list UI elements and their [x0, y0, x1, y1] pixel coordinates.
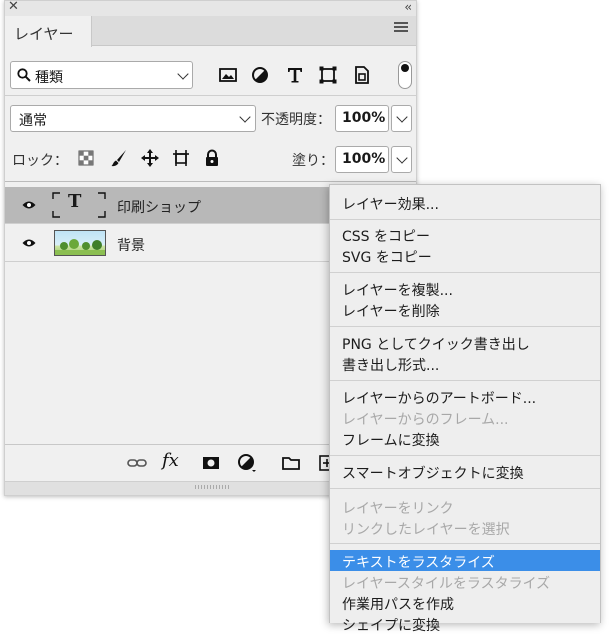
chevron-down-icon	[396, 152, 408, 164]
lock-all-icon[interactable]	[203, 149, 221, 167]
lock-artboard-icon[interactable]	[172, 149, 190, 167]
menu-item-frame-from-layers: レイヤーからのフレーム...	[342, 412, 509, 428]
pixel-layer-filter-icon[interactable]	[218, 65, 238, 85]
search-icon	[17, 68, 31, 82]
fill-label: 塗り：	[292, 153, 334, 169]
divider	[5, 95, 416, 96]
menu-item-artboard-from-layers[interactable]: レイヤーからのアートボード...	[330, 386, 600, 407]
tab-layers[interactable]: レイヤー	[5, 16, 92, 47]
new-group-folder-icon[interactable]	[281, 453, 301, 473]
add-mask-icon[interactable]	[201, 453, 221, 473]
menu-separator	[330, 326, 600, 327]
smart-object-filter-icon[interactable]	[352, 65, 372, 85]
collapse-icon[interactable]: ‹‹	[404, 0, 411, 14]
close-icon[interactable]: ✕	[8, 0, 19, 14]
menu-item-convert-to-smart-object[interactable]: スマートオブジェクトに変換	[330, 461, 600, 482]
opacity-dropdown-button[interactable]	[391, 105, 412, 132]
menu-item-delete-layer[interactable]: レイヤーを削除	[330, 299, 600, 320]
layer-name: 印刷ショップ	[117, 200, 201, 216]
menu-item-rasterize-type[interactable]: テキストをラスタライズ	[330, 550, 600, 571]
menu-separator	[330, 488, 600, 489]
menu-separator	[330, 455, 600, 456]
panel-menu-icon[interactable]	[394, 22, 408, 34]
menu-separator	[330, 380, 600, 381]
filter-toggle-switch[interactable]	[398, 61, 412, 89]
menu-item-copy-svg[interactable]: SVG をコピー	[330, 245, 600, 266]
filter-kind-label: 種類	[35, 70, 63, 86]
opacity-label: 不透明度：	[261, 112, 331, 128]
eye-icon[interactable]	[22, 238, 36, 248]
panel-titlebar: ✕ ‹‹	[5, 0, 416, 16]
menu-item-select-linked-layers: リンクしたレイヤーを選択	[342, 522, 510, 538]
menu-item-convert-to-shape[interactable]: シェイプに変換	[330, 613, 600, 634]
filter-kind-select[interactable]: 種類	[10, 61, 193, 89]
menu-separator	[330, 543, 600, 544]
fill-dropdown-button[interactable]	[391, 146, 412, 173]
menu-item-copy-css[interactable]: CSS をコピー	[330, 224, 600, 245]
menu-separator	[330, 272, 600, 273]
lock-label: ロック：	[12, 153, 68, 169]
new-adjustment-layer-icon[interactable]	[237, 453, 257, 473]
fill-input[interactable]: 100%	[335, 146, 389, 173]
menu-item-link-layers: レイヤーをリンク	[342, 501, 454, 517]
menu-item-rasterize-layer-style: レイヤースタイルをラスタライズ	[342, 576, 551, 592]
type-layer-filter-icon[interactable]	[285, 65, 305, 85]
menu-item-quick-export-png[interactable]: PNG としてクイック書き出し	[330, 332, 600, 353]
menu-item-duplicate-layer[interactable]: レイヤーを複製...	[330, 278, 600, 299]
lock-image-pixels-icon[interactable]	[110, 149, 128, 167]
layer-style-fx-icon[interactable]: fx	[162, 450, 179, 471]
menu-item-convert-to-frame[interactable]: フレームに変換	[330, 428, 600, 449]
menu-item-export-as[interactable]: 書き出し形式...	[330, 353, 600, 374]
background-layer-thumbnail	[54, 230, 106, 256]
link-layers-icon[interactable]	[127, 453, 147, 473]
chevron-down-icon	[177, 68, 189, 80]
opacity-input[interactable]: 100%	[335, 105, 389, 132]
eye-icon[interactable]	[22, 200, 36, 210]
blend-mode-select[interactable]: 通常	[10, 105, 256, 132]
menu-item-layer-effects[interactable]: レイヤー効果...	[330, 192, 600, 213]
adjustment-layer-filter-icon[interactable]	[250, 65, 270, 85]
lock-position-icon[interactable]	[141, 149, 159, 167]
chevron-down-icon	[396, 111, 408, 123]
text-thumbnail-glyph: T	[68, 191, 82, 212]
lock-transparent-pixels-icon[interactable]	[77, 149, 95, 167]
menu-item-create-work-path[interactable]: 作業用パスを作成	[330, 592, 600, 613]
layer-context-menu: レイヤー効果... CSS をコピー SVG をコピー レイヤーを複製... レ…	[329, 184, 601, 634]
blend-mode-label: 通常	[19, 113, 47, 129]
chevron-down-icon	[239, 111, 251, 123]
grip-lines	[195, 485, 229, 489]
shape-layer-filter-icon[interactable]	[318, 65, 338, 85]
layer-name: 背景	[117, 238, 145, 254]
panel-tab-row: レイヤー	[5, 16, 416, 47]
menu-separator	[330, 219, 600, 220]
trees-image	[55, 239, 105, 255]
